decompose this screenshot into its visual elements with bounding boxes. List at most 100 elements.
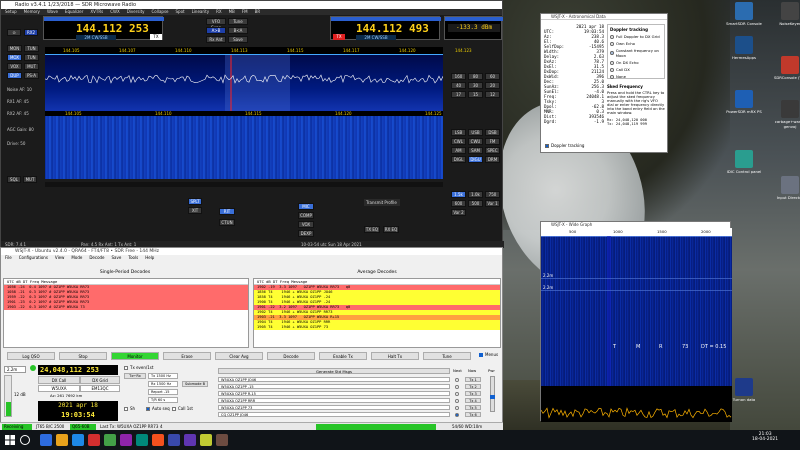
save-vfo-button[interactable]: Save: [228, 36, 248, 43]
desktop-icon-6[interactable]: IDIC Control panel: [724, 150, 764, 174]
vfo-b-display[interactable]: 144.112 493 2M CW/SSB TX: [330, 16, 441, 40]
tx-message-1[interactable]: W5UXA OZ1PP JO46: [218, 377, 450, 382]
taskbar-app-icon-0[interactable]: [40, 434, 52, 446]
desktop-icon-7[interactable]: Input Director: [770, 176, 800, 200]
single-period-decodes-pane[interactable]: UTC dB DT Freq Message 1056 -24 0.4 1097…: [3, 278, 249, 348]
tx-eq-button[interactable]: TX EQ: [364, 226, 380, 233]
powersdr-menu-1[interactable]: Memory: [24, 9, 40, 14]
mode-btn-lsb[interactable]: LSB: [451, 129, 466, 136]
a-to-b-button[interactable]: A>B: [206, 27, 226, 34]
powersdr-menu-4[interactable]: XVTRs: [90, 9, 103, 14]
vfo-a-frequency[interactable]: 144.112 253: [76, 22, 149, 35]
desktop-icon-3[interactable]: SDRConsole (V3): [770, 56, 800, 80]
tx-now-button-2[interactable]: Tx 2: [465, 384, 481, 389]
doppler-radio-5[interactable]: [610, 74, 614, 79]
mode-btn-spec[interactable]: SPEC: [485, 147, 500, 154]
tx-next-radio-3[interactable]: [455, 392, 459, 396]
mode-btn-digl[interactable]: DIGL: [451, 156, 466, 163]
mode-btn-digu[interactable]: DIGU: [468, 156, 483, 163]
filter-btn-2[interactable]: 750: [485, 191, 500, 198]
taskbar-app-icon-5[interactable]: [120, 434, 132, 446]
powersdr-menu-10[interactable]: RX: [216, 9, 222, 14]
wsjtx-menu-3[interactable]: Mode: [71, 255, 82, 260]
tx-message-5[interactable]: W5UXA OZ1PP 73: [218, 405, 450, 410]
wsjtx-menu-6[interactable]: Tools: [128, 255, 138, 260]
tx-message-2[interactable]: W5UXA OZ1PP -15: [218, 384, 450, 389]
taskbar-app-icon-11[interactable]: [216, 434, 228, 446]
tx-next-radio-2[interactable]: [455, 385, 459, 389]
left-btn-mon-0[interactable]: MON: [7, 45, 22, 52]
doppler-radio-4[interactable]: [610, 67, 614, 72]
mode-btn-usb[interactable]: USB: [468, 129, 483, 136]
tx-next-radio-6[interactable]: [455, 413, 459, 417]
desktop-icon-4[interactable]: PowerSDR mRX PS: [724, 90, 764, 114]
powersdr-menu-5[interactable]: CWX: [110, 9, 120, 14]
wsjtx-menu-7[interactable]: Help: [145, 255, 154, 260]
band-btn-17[interactable]: 17: [451, 91, 466, 98]
left-btn-tun-3[interactable]: TUN: [24, 54, 39, 61]
taskbar-app-icon-1[interactable]: [56, 434, 68, 446]
band-btn-80[interactable]: 80: [468, 73, 483, 80]
wsjtx-menu-0[interactable]: File: [5, 255, 12, 260]
clear-avg-button[interactable]: Clear Avg: [215, 352, 263, 360]
start-icon[interactable]: [4, 434, 16, 446]
left-btn-tun-1[interactable]: TUN: [24, 45, 39, 52]
average-decodes-pane[interactable]: UTC dB DT Freq Message 1902 -19 3.3 1097…: [253, 278, 501, 348]
taskbar-app-icon-9[interactable]: [184, 434, 196, 446]
tx-now-button-6[interactable]: Tx 6: [465, 412, 481, 417]
dx-call-input[interactable]: W5UXA: [38, 385, 80, 392]
tx-message-3[interactable]: W5UXA OZ1PP R-15: [218, 391, 450, 396]
dx-grid-input[interactable]: EM13QC: [80, 385, 120, 392]
powersdr-menu-6[interactable]: Diversity: [127, 9, 145, 14]
powersdr-menu-0[interactable]: Setup: [5, 9, 17, 14]
report-spinner[interactable]: Report -15: [148, 389, 178, 395]
band-btn-20[interactable]: 20: [485, 82, 500, 89]
wsjtx-menu-5[interactable]: Save: [112, 255, 122, 260]
tx-now-button-5[interactable]: Tx 5: [465, 405, 481, 410]
monitor-button[interactable]: Monitor: [111, 352, 159, 360]
single-decode-row-4[interactable]: 1903 -22 0.3 1097 # OZ1PP W5UXA 73: [4, 305, 248, 310]
powersdr-menu-2[interactable]: Wave: [47, 9, 58, 14]
filter-btn-3[interactable]: 600: [451, 200, 466, 207]
mode-btn-cwu[interactable]: CWU: [468, 138, 483, 145]
vfo-b-frequency[interactable]: 144.112 493: [356, 22, 429, 35]
rx-ant-button[interactable]: Rx Ant: [206, 36, 226, 43]
vox-button[interactable]: VOX: [298, 221, 314, 228]
call-1st-checkbox[interactable]: [172, 407, 176, 411]
split-button[interactable]: SPLT: [188, 198, 202, 205]
mode-btn-am[interactable]: AM: [451, 147, 466, 154]
taskbar-app-icon-3[interactable]: [88, 434, 100, 446]
doppler-radio-3[interactable]: [610, 60, 614, 65]
powersdr-menu-12[interactable]: FM: [242, 9, 248, 14]
vfo-a-display[interactable]: 144.112 253 2M CW/SSB TX: [43, 16, 164, 40]
menus-checkbox[interactable]: [479, 353, 483, 357]
band-btn-40[interactable]: 40: [451, 82, 466, 89]
doppler-radio-2[interactable]: [610, 51, 614, 55]
doppler-radio-1[interactable]: [610, 41, 614, 46]
mode-btn-sam[interactable]: SAM: [468, 147, 483, 154]
filter-btn-0[interactable]: 1.5k: [451, 191, 466, 198]
taskbar-app-icon-10[interactable]: [200, 434, 212, 446]
mic-button[interactable]: MIC: [298, 203, 314, 210]
halt-tx-button[interactable]: Halt Tx: [371, 352, 419, 360]
doppler-option-3[interactable]: On DX Echo: [610, 60, 662, 65]
band-select[interactable]: 2.2m: [4, 366, 26, 373]
tx-next-radio-4[interactable]: [455, 399, 459, 403]
rx-hz-input[interactable]: Rx 1500 Hz: [148, 381, 178, 387]
filter-btn-1[interactable]: 1.0k: [468, 191, 483, 198]
power-slider[interactable]: [490, 376, 495, 412]
rx-indicator-button[interactable]: ⊙: [7, 29, 21, 36]
sql-button[interactable]: SQL: [7, 176, 21, 183]
taskbar-app-icon-4[interactable]: [104, 434, 116, 446]
log-qso-button[interactable]: Log QSO: [7, 352, 55, 360]
doppler-option-2[interactable]: Constant frequency on Moon: [610, 48, 662, 58]
tx-period-spinner[interactable]: T/R 60 s: [148, 397, 178, 403]
rx-eq-button[interactable]: RX EQ: [383, 226, 399, 233]
taskbar-app-icon-2[interactable]: [72, 434, 84, 446]
tune-button[interactable]: Tune: [423, 352, 471, 360]
wsjtx-menu-4[interactable]: Decode: [89, 255, 104, 260]
dexp-button[interactable]: DEXP: [298, 230, 314, 237]
auto-seq-checkbox[interactable]: [146, 407, 150, 411]
powersdr-menu-8[interactable]: Spot: [176, 9, 185, 14]
average-decode-row-8[interactable]: 1905 T4 1946 + W5UXA OZ1PP 73: [254, 325, 500, 330]
